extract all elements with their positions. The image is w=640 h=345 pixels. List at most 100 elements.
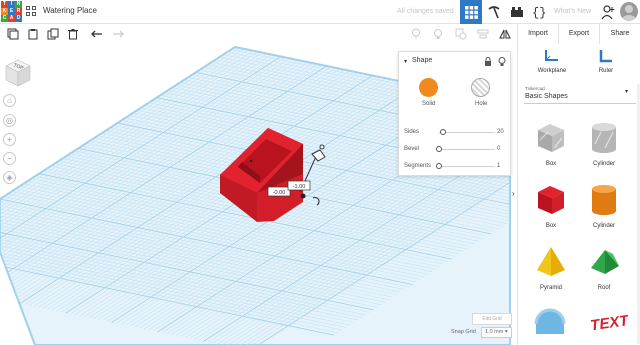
hole-label: Hole [475,101,488,107]
bricks-button[interactable] [506,0,528,24]
lock-icon[interactable] [484,57,492,66]
group-icon[interactable] [455,28,467,40]
param-label-segments: Segments [404,163,432,169]
import-button[interactable]: Import [517,24,558,44]
logo-letter: A [8,15,15,22]
pyramid-shape-icon [537,247,565,276]
dimension-label-right[interactable]: -1.00 [293,184,306,190]
design-grid-icon[interactable] [26,6,37,17]
collapse-sidebar-icon[interactable]: › [512,189,515,198]
new-shape-icon[interactable] [7,28,19,40]
logo-letter: K [1,8,8,15]
library-source: Tinkercad [525,86,545,91]
edit-grid-button[interactable]: Edit Grid [472,313,512,325]
pickaxe-icon [488,6,500,19]
codeblocks-pickaxe-button[interactable] [483,0,505,24]
workplane-tool[interactable]: Workplane [532,48,572,74]
3d-view-grid-button[interactable] [460,0,482,24]
align-icon[interactable] [477,28,489,40]
edit-toolbar [0,24,517,44]
shape-box-red[interactable]: Box [531,182,571,229]
delete-icon[interactable] [67,28,79,40]
shape-roof[interactable]: Roof [584,244,624,291]
logo-letter: E [8,8,15,15]
snap-grid-select[interactable]: 1.0 mm ▾ [481,327,512,338]
design-title[interactable]: Watering Place [43,6,97,15]
solid-color-button[interactable] [419,78,438,97]
shape-label: Roof [597,285,611,291]
shape-label: Pyramid [539,285,562,291]
param-slider-knob[interactable] [436,163,442,169]
svg-text:TEXT: TEXT [589,312,628,334]
add-user-icon[interactable] [601,4,615,20]
ruler-icon [599,50,612,63]
shapes-sidebar: › Workplane Ruler Tinkercad Basic Shapes… [512,44,640,345]
whats-new-link[interactable]: What's New [554,8,591,15]
svg-text:{}: {} [532,6,546,19]
share-button[interactable]: Share [599,24,640,44]
user-avatar[interactable] [620,2,638,21]
height-handle[interactable] [319,144,325,150]
save-status: All changes saved [397,8,454,15]
code-braces-icon: {} [532,6,546,19]
text-shape-icon[interactable]: TEXT [588,308,628,334]
param-value-segments[interactable]: 1 [497,163,500,169]
logo-letter: R [15,8,22,15]
corner-handle[interactable] [300,193,306,199]
param-slider-bevel[interactable] [439,149,495,150]
workplane-icon [545,50,558,61]
hole-button[interactable] [471,78,490,97]
dimension-label-left[interactable]: -0.00 [273,190,286,196]
fit-view-icon[interactable]: ◎ [3,114,16,127]
light-bulb-icon[interactable] [432,28,444,40]
logo-letter: I [8,1,15,8]
shape-inspector: ▾ Shape Solid Hole Sides 20 Bevel 0 Segments… [398,51,511,176]
paste-icon[interactable] [27,28,39,40]
redo-icon[interactable] [112,28,124,40]
tinkercad-logo[interactable]: TINKERCAD [0,0,22,24]
param-slider-sides[interactable] [439,132,495,133]
roof-shape-icon [591,250,619,274]
cyl-orange-shape-icon [592,185,616,215]
duplicate-icon[interactable] [47,28,59,40]
logo-letter: T [1,1,8,8]
zoom-in-icon[interactable]: + [3,133,16,146]
shape-box-gray[interactable]: Box [531,120,571,167]
light-bulb-icon[interactable] [498,57,506,66]
param-slider-knob[interactable] [436,146,442,152]
shape-label: Cylinder [592,223,615,229]
export-header: Import Export Share [517,24,640,44]
perspective-icon[interactable]: ◈ [3,171,16,184]
param-slider-segments[interactable] [439,166,495,167]
box-red-shape-icon [538,186,564,214]
grid-view-icon [464,5,478,19]
shape-cyl-gray[interactable]: Cylinder [584,120,624,167]
half-cylinder-shape-icon[interactable] [533,306,567,336]
box-gray-shape-icon [538,124,564,152]
view-cube[interactable]: TOP [0,56,32,88]
cyl-gray-shape-icon [592,123,616,153]
logo-letter: N [15,1,22,8]
zoom-out-icon[interactable]: − [3,152,16,165]
logo-letter: C [1,15,8,22]
ruler-tool[interactable]: Ruler [586,48,626,74]
home-view-icon[interactable]: ⌂ [3,94,16,107]
mirror-icon[interactable] [499,28,511,40]
shape-pyramid[interactable]: Pyramid [531,244,571,291]
undo-icon[interactable] [91,28,103,40]
notes-pin-icon[interactable] [410,28,422,40]
param-value-sides[interactable]: 20 [497,129,504,135]
shape-cyl-orange[interactable]: Cylinder [584,182,624,229]
inspector-title: Shape [412,57,433,64]
snap-grid-label: Snap Grid [451,329,476,335]
export-button[interactable]: Export [558,24,599,44]
solid-label: Solid [422,101,436,107]
collapse-caret-icon[interactable]: ▾ [404,58,407,65]
library-value: Basic Shapes [525,93,568,100]
param-value-bevel[interactable]: 0 [497,146,500,152]
logo-letter: D [15,15,22,22]
codeblocks-button[interactable]: {} [529,0,551,24]
bricks-icon [511,7,523,17]
param-slider-knob[interactable] [439,129,446,135]
shape-label: Cylinder [592,161,615,167]
